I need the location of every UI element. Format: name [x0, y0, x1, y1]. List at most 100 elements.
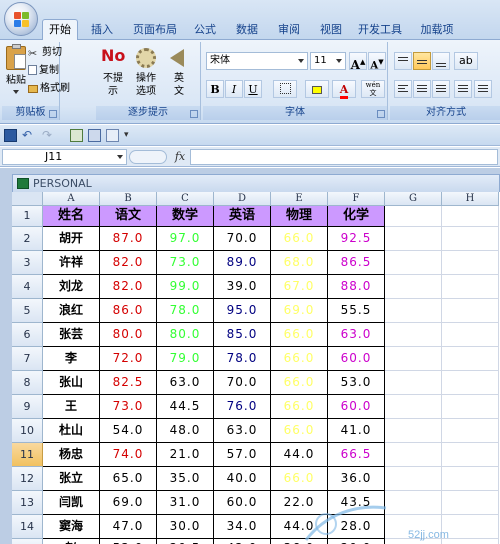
empty-cell[interactable]: [442, 251, 499, 275]
score-cell[interactable]: 70.0: [214, 227, 271, 251]
student-name-cell[interactable]: 王: [43, 395, 100, 419]
empty-cell[interactable]: [385, 419, 442, 443]
student-name-cell[interactable]: 胡开: [43, 227, 100, 251]
score-cell[interactable]: 82.0: [100, 251, 157, 275]
redo-icon[interactable]: ↷: [42, 129, 55, 142]
italic-button[interactable]: I: [225, 80, 243, 98]
student-name-cell[interactable]: 赵: [43, 539, 100, 544]
ribbon-tab[interactable]: 数据: [228, 20, 266, 40]
score-cell[interactable]: 89.0: [214, 251, 271, 275]
ribbon-tab[interactable]: 插入: [82, 20, 122, 40]
ribbon-tab[interactable]: 审阅: [270, 20, 308, 40]
score-cell[interactable]: 66.0: [271, 347, 328, 371]
empty-cell[interactable]: [385, 467, 442, 491]
font-size-select[interactable]: 11: [310, 52, 346, 70]
student-name-cell[interactable]: 张芸: [43, 323, 100, 347]
score-cell[interactable]: 43.5: [328, 491, 385, 515]
decrease-indent-button[interactable]: [454, 80, 472, 98]
score-cell[interactable]: 20.0: [328, 539, 385, 544]
score-cell[interactable]: 55.5: [328, 299, 385, 323]
underline-button[interactable]: U: [244, 80, 262, 98]
border-button[interactable]: [273, 80, 297, 98]
score-cell[interactable]: 42.0: [214, 539, 271, 544]
score-cell[interactable]: 80.0: [157, 323, 214, 347]
empty-cell[interactable]: [385, 275, 442, 299]
row-header[interactable]: 6: [12, 323, 43, 347]
score-cell[interactable]: 60.0: [328, 347, 385, 371]
score-cell[interactable]: 65.0: [100, 467, 157, 491]
copy-button[interactable]: 复制: [28, 63, 59, 79]
empty-cell[interactable]: [442, 491, 499, 515]
shrink-font-button[interactable]: A▼: [368, 52, 386, 71]
empty-cell[interactable]: [442, 299, 499, 323]
score-cell[interactable]: 44.0: [271, 515, 328, 539]
ribbon-tab[interactable]: 开始: [42, 19, 78, 41]
ribbon-tab[interactable]: 公式: [186, 20, 224, 40]
score-cell[interactable]: 66.0: [271, 395, 328, 419]
column-header[interactable]: A: [43, 192, 100, 206]
score-cell[interactable]: 66.0: [271, 227, 328, 251]
score-cell[interactable]: 44.5: [157, 395, 214, 419]
score-cell[interactable]: 82.5: [100, 371, 157, 395]
formula-bar-divider[interactable]: [129, 150, 167, 164]
score-cell[interactable]: 99.0: [157, 275, 214, 299]
student-name-cell[interactable]: 张立: [43, 467, 100, 491]
student-name-cell[interactable]: 浪红: [43, 299, 100, 323]
font-dialog-launcher[interactable]: [377, 110, 385, 118]
student-name-cell[interactable]: 刘龙: [43, 275, 100, 299]
score-cell[interactable]: 22.0: [271, 491, 328, 515]
ops-options-button[interactable]: 操作 选项: [130, 44, 162, 102]
bold-button[interactable]: B: [206, 80, 224, 98]
score-cell[interactable]: 78.0: [157, 299, 214, 323]
empty-cell[interactable]: [385, 206, 442, 227]
empty-cell[interactable]: [442, 467, 499, 491]
formula-input[interactable]: [190, 149, 498, 165]
undo-icon[interactable]: ↶: [22, 129, 35, 142]
row-header[interactable]: 11: [12, 443, 43, 467]
empty-cell[interactable]: [385, 299, 442, 323]
score-cell[interactable]: 63.0: [157, 371, 214, 395]
column-header[interactable]: D: [214, 192, 271, 206]
customize-qat-icon[interactable]: ▾: [124, 129, 132, 142]
empty-cell[interactable]: [442, 227, 499, 251]
row-header[interactable]: 9: [12, 395, 43, 419]
fill-color-button[interactable]: [305, 80, 329, 98]
empty-cell[interactable]: [385, 395, 442, 419]
row-header[interactable]: 4: [12, 275, 43, 299]
student-name-cell[interactable]: 杜山: [43, 419, 100, 443]
score-cell[interactable]: 69.0: [100, 491, 157, 515]
empty-cell[interactable]: [442, 371, 499, 395]
score-cell[interactable]: 54.0: [100, 419, 157, 443]
office-button[interactable]: [4, 2, 38, 36]
score-cell[interactable]: 31.0: [157, 491, 214, 515]
score-cell[interactable]: 80.0: [100, 323, 157, 347]
student-name-cell[interactable]: 李: [43, 347, 100, 371]
save-icon[interactable]: [4, 129, 17, 142]
column-header[interactable]: B: [100, 192, 157, 206]
align-left-button[interactable]: [394, 80, 412, 98]
score-cell[interactable]: 88.0: [328, 275, 385, 299]
score-cell[interactable]: 69.0: [271, 299, 328, 323]
align-middle-button[interactable]: [413, 52, 431, 70]
score-cell[interactable]: 41.0: [328, 419, 385, 443]
paste-button[interactable]: 粘贴: [5, 44, 27, 100]
score-cell[interactable]: 36.0: [328, 467, 385, 491]
score-cell[interactable]: 66.0: [271, 419, 328, 443]
score-cell[interactable]: 40.0: [214, 467, 271, 491]
score-cell[interactable]: 82.0: [100, 275, 157, 299]
align-right-button[interactable]: [432, 80, 450, 98]
align-center-button[interactable]: [413, 80, 431, 98]
score-cell[interactable]: 21.0: [157, 443, 214, 467]
empty-cell[interactable]: [442, 419, 499, 443]
score-cell[interactable]: 28.0: [328, 515, 385, 539]
score-cell[interactable]: 36.0: [271, 539, 328, 544]
score-cell[interactable]: 92.5: [328, 227, 385, 251]
ribbon-tab[interactable]: 加载项: [412, 20, 462, 40]
table-header-cell[interactable]: 化学: [328, 206, 385, 227]
cut-button[interactable]: ✂ 剪切: [28, 45, 62, 61]
score-cell[interactable]: 48.0: [157, 419, 214, 443]
empty-cell[interactable]: [442, 206, 499, 227]
empty-cell[interactable]: [385, 227, 442, 251]
table-header-cell[interactable]: 数学: [157, 206, 214, 227]
format-painter-button[interactable]: 格式刷: [28, 81, 70, 97]
